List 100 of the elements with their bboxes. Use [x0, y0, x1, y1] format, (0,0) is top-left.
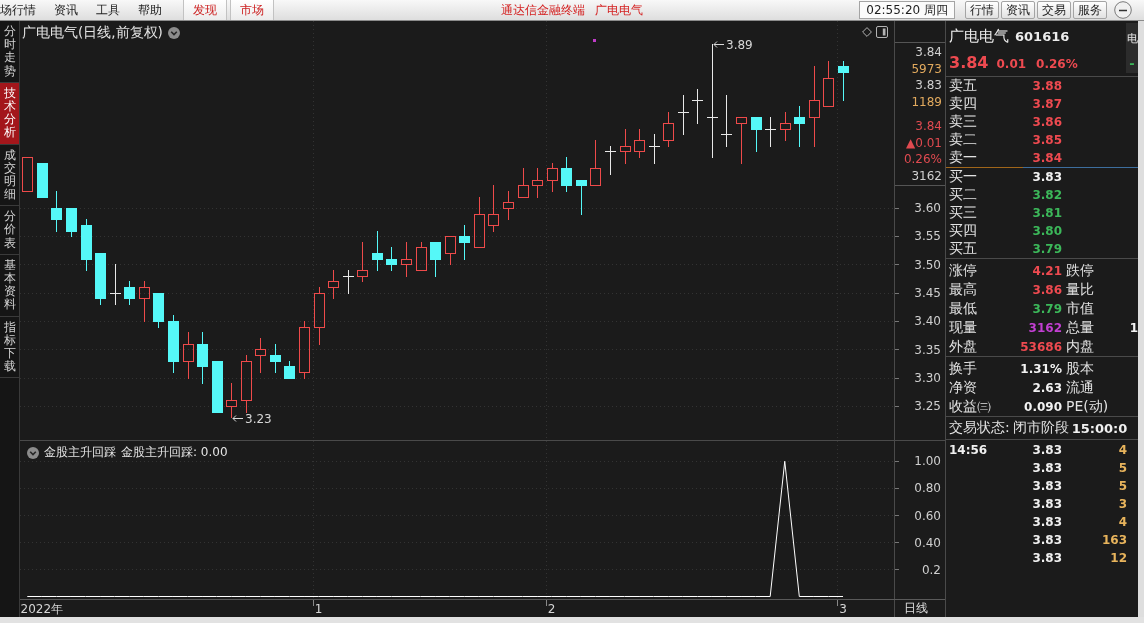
- trade-volume: 5: [1117, 461, 1127, 475]
- stat-label: 外盘: [949, 337, 978, 356]
- candlestick: [401, 242, 412, 277]
- axis-label: 3.60: [914, 201, 941, 215]
- stat-value: 4.21: [1031, 263, 1062, 278]
- stat-value: 2.63: [1031, 380, 1062, 395]
- readout-value: 3.84: [915, 44, 942, 61]
- tab[interactable]: 发现: [183, 0, 227, 20]
- clock-display: 02:55:20 周四: [859, 1, 955, 19]
- readout-value: 1189: [911, 93, 942, 110]
- trade-volume: 3: [1117, 497, 1127, 511]
- diamond-icon[interactable]: [862, 27, 872, 37]
- period-label[interactable]: 日线: [904, 600, 928, 617]
- menu-item[interactable]: 资讯: [54, 1, 78, 19]
- trade-price: 3.83: [1031, 497, 1062, 511]
- marker-icon: [593, 39, 596, 42]
- readout-value: 5973: [911, 60, 942, 77]
- order-price: 3.87: [1031, 97, 1062, 111]
- axis-label: 3.40: [914, 314, 941, 329]
- candlestick: [736, 117, 747, 164]
- order-price: 3.81: [1031, 206, 1062, 220]
- candlestick: [314, 287, 325, 345]
- axis-label: 1.00: [914, 454, 941, 469]
- indicator-value: 金股主升回踩: 0.00: [121, 444, 228, 461]
- arrow-icon: [232, 415, 244, 422]
- stat-label: 涨停: [949, 261, 978, 280]
- candlestick: [183, 332, 194, 379]
- stat-label: PE(动): [1065, 397, 1110, 416]
- candlestick: [37, 163, 48, 198]
- order-price: 3.82: [1031, 188, 1062, 202]
- order-label: 买五: [949, 240, 978, 258]
- candlestick: [241, 355, 252, 413]
- candlestick: [212, 361, 223, 413]
- candlestick: [51, 191, 62, 232]
- candlestick: [168, 315, 179, 373]
- axis-label: 3: [839, 601, 847, 616]
- trade-volume: 163: [1100, 533, 1127, 547]
- axis-label: 3.45: [914, 285, 941, 300]
- menu-item[interactable]: 帮助: [138, 1, 162, 19]
- app-title: 通达信金融终端: [501, 1, 585, 19]
- axis-label: 2: [547, 601, 556, 616]
- stat-label: 总量: [1065, 318, 1095, 337]
- order-label: 卖五: [949, 77, 978, 95]
- candlestick: [95, 253, 106, 305]
- trade-price: 3.83: [1031, 551, 1062, 565]
- candlestick: [284, 361, 295, 379]
- menu-item[interactable]: 工具: [96, 1, 120, 19]
- side-tab[interactable]: 基本资料: [0, 254, 19, 317]
- candlestick: [780, 112, 791, 141]
- status-time: 15:00:0: [1071, 420, 1128, 436]
- candlestick: [503, 191, 514, 220]
- candlestick: [823, 61, 834, 107]
- side-tab[interactable]: 分价表: [0, 206, 19, 255]
- side-tab[interactable]: 分时走势: [0, 21, 19, 83]
- candlestick: [576, 180, 587, 215]
- readout-value: 3162: [911, 167, 942, 184]
- side-tab[interactable]: 指标下载: [0, 316, 19, 379]
- stock-code: 601616: [1015, 29, 1070, 44]
- candlestick: [386, 247, 397, 271]
- stat-value: 0.090: [1023, 399, 1062, 414]
- trade-volume: 12: [1109, 551, 1127, 565]
- nav-button[interactable]: 资讯: [1001, 1, 1035, 19]
- order-price: 3.80: [1031, 224, 1062, 238]
- candlestick: [547, 163, 558, 192]
- stat-label: 跌停: [1065, 261, 1095, 280]
- trade-time: 14:56: [949, 443, 989, 457]
- axis-label: 3.50: [914, 257, 941, 272]
- stat-label: 内盘: [1065, 337, 1095, 356]
- order-price: 3.88: [1031, 79, 1062, 93]
- axis-label: 0.2: [921, 562, 941, 577]
- candlestick: [255, 338, 266, 373]
- change-percent: 0.26%: [1036, 57, 1078, 71]
- candlestick: [124, 281, 135, 305]
- panel-icon[interactable]: [876, 26, 888, 38]
- stat-label: 收益㈢: [949, 397, 992, 416]
- side-tab[interactable]: 技术分析: [0, 82, 19, 145]
- candlestick: [561, 157, 572, 192]
- trade-price: 3.83: [1031, 533, 1062, 547]
- nav-button[interactable]: 服务: [1073, 1, 1107, 19]
- order-label: 卖四: [949, 95, 978, 113]
- dropdown-icon[interactable]: [27, 446, 39, 459]
- candlestick: [445, 236, 456, 265]
- trade-price: 3.83: [1031, 443, 1062, 457]
- side-tab[interactable]: 成交明细: [0, 144, 19, 207]
- stock-title: 广电电气: [595, 1, 643, 19]
- side-panel[interactable]: 电 -: [1126, 23, 1138, 73]
- readout-value: 0.26%: [903, 151, 942, 168]
- candlestick: [197, 332, 208, 384]
- dropdown-icon[interactable]: [167, 27, 180, 39]
- stat-label: 流通: [1065, 378, 1095, 397]
- candlestick: [372, 231, 383, 271]
- readout-value: 3.83: [915, 77, 942, 94]
- nav-button[interactable]: 行情: [965, 1, 999, 19]
- menu-item[interactable]: 场行情: [0, 1, 36, 19]
- tab[interactable]: 市场: [230, 0, 274, 20]
- stat-label: 现量: [949, 318, 978, 337]
- chart-title: 广电电气(日线,前复权): [22, 24, 163, 42]
- minimize-icon[interactable]: [1114, 1, 1132, 19]
- candlestick: [139, 281, 150, 322]
- nav-button[interactable]: 交易: [1037, 1, 1071, 19]
